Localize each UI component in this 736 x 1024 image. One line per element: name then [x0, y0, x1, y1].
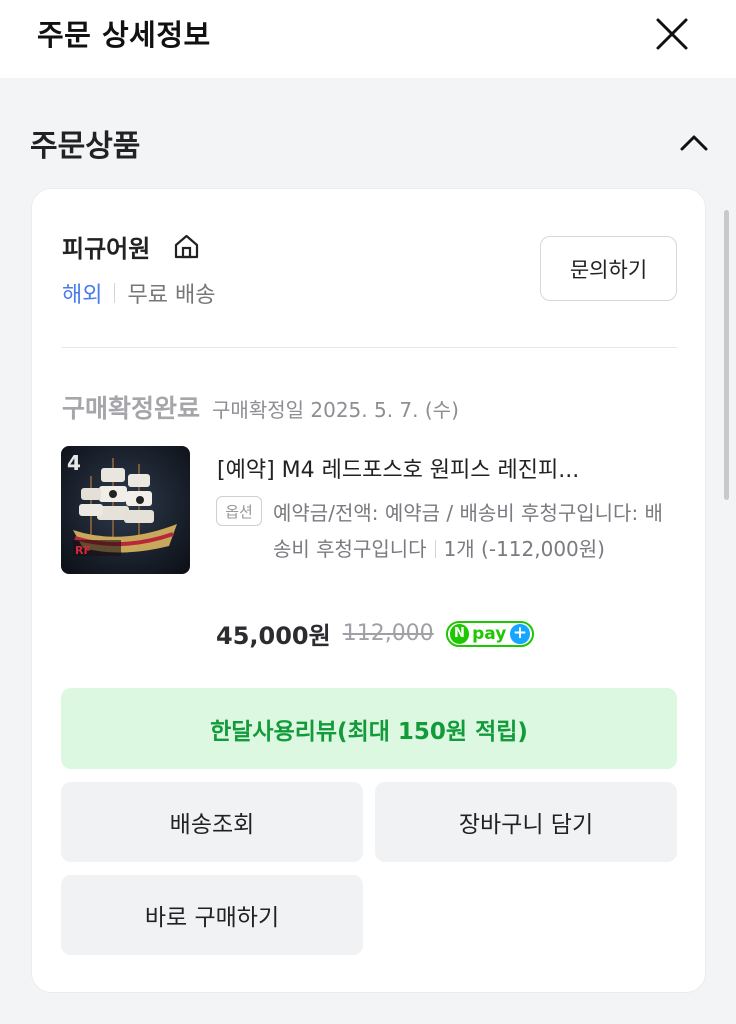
- close-icon: [656, 18, 688, 50]
- option-badge: 옵션: [216, 496, 262, 526]
- seller-info: 해외 무료 배송: [62, 277, 215, 309]
- order-product-card: 피규어원 해외 무료 배송 문의하기 구매확정완료 구매확정일 2025. 5.…: [31, 188, 706, 993]
- home-icon[interactable]: [173, 233, 200, 260]
- scrollbar[interactable]: [724, 210, 729, 500]
- option-text: 예약금/전액: 예약금 / 배송비 후청구입니다: 배송비 후청구입니다 1개 (…: [273, 495, 673, 567]
- svg-text:4: 4: [67, 451, 81, 475]
- overseas-label: 해외: [62, 283, 103, 308]
- page-title: 주문 상세정보: [37, 18, 211, 52]
- track-delivery-button[interactable]: 배송조회: [61, 782, 363, 862]
- price-row: 45,000원 112,000 N pay +: [216, 616, 534, 651]
- sale-price: 45,000원: [216, 622, 331, 650]
- quantity-text: 1개 (-112,000원): [443, 537, 605, 561]
- section-title: 주문상품: [30, 129, 141, 164]
- product-title[interactable]: [예약] M4 레드포스호 원피스 레진피...: [217, 452, 677, 484]
- confirm-date: 구매확정일 2025. 5. 7. (수): [212, 398, 459, 422]
- card-divider: [62, 347, 677, 348]
- chevron-up-icon: [680, 135, 708, 151]
- add-to-cart-button[interactable]: 장바구니 담기: [375, 782, 677, 862]
- write-review-button[interactable]: 한달사용리뷰(최대 150원 적립): [61, 688, 677, 769]
- seller-name[interactable]: 피규어원: [62, 229, 150, 264]
- npay-label: pay: [472, 623, 507, 644]
- svg-text:RF: RF: [75, 544, 91, 557]
- inquiry-button[interactable]: 문의하기: [540, 236, 677, 301]
- plus-icon: +: [510, 623, 530, 644]
- collapse-button[interactable]: [676, 126, 712, 162]
- close-button[interactable]: [650, 12, 694, 56]
- buy-now-button[interactable]: 바로 구매하기: [61, 875, 363, 955]
- original-price: 112,000: [342, 621, 434, 646]
- product-thumbnail[interactable]: 4 RF: [61, 446, 190, 574]
- ship-figure-image: 4 RF: [61, 446, 190, 574]
- shipping-label: 무료 배송: [127, 283, 216, 308]
- top-header: 주문 상세정보: [0, 0, 736, 78]
- order-status: 구매확정완료: [62, 394, 201, 423]
- npay-plus-badge: N pay +: [445, 620, 534, 647]
- divider: [434, 540, 436, 558]
- npay-n-icon: N: [449, 623, 470, 644]
- order-status-row: 구매확정완료 구매확정일 2025. 5. 7. (수): [62, 389, 459, 425]
- divider: [114, 283, 116, 303]
